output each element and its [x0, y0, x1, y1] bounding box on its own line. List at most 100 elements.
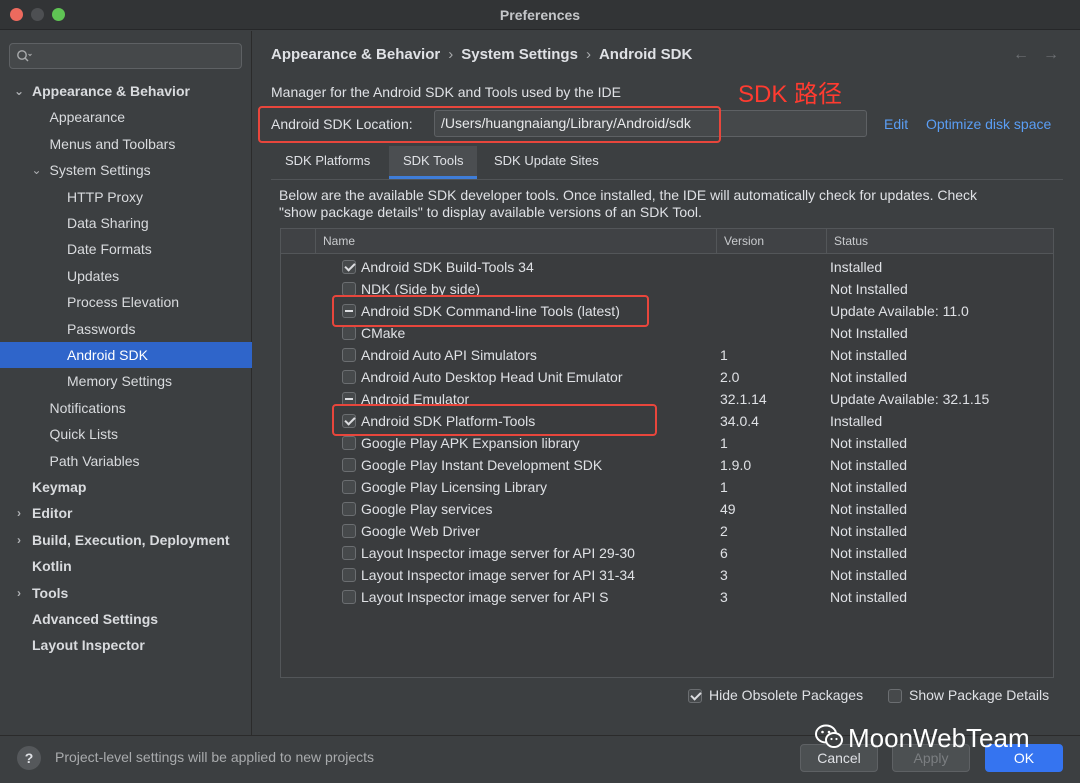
breadcrumb-item[interactable]: System Settings	[461, 46, 578, 63]
chevron-right-icon[interactable]: ›	[13, 527, 25, 553]
row-checkbox[interactable]	[342, 590, 356, 604]
row-checkbox[interactable]	[342, 458, 356, 472]
sidebar-item[interactable]: Data Sharing	[0, 210, 252, 236]
sidebar-item[interactable]: Path Variables	[0, 448, 252, 474]
sidebar-item[interactable]: Date Formats	[0, 236, 252, 262]
table-row[interactable]: Google Play Instant Development SDK 1.9.0…	[281, 454, 1053, 476]
package-version: 1	[720, 479, 728, 495]
package-status: Not installed	[830, 347, 908, 363]
tab-sdk-update-sites[interactable]: SDK Update Sites	[480, 146, 613, 179]
column-header-status[interactable]: Status	[826, 229, 1053, 253]
hide-obsolete-checkbox[interactable]	[688, 689, 702, 703]
row-checkbox[interactable]	[342, 370, 356, 384]
hide-obsolete-label[interactable]: Hide Obsolete Packages	[709, 687, 863, 703]
back-arrow-icon[interactable]: ←	[1013, 46, 1029, 64]
package-status: Not installed	[830, 457, 908, 473]
sidebar-item[interactable]: Menus and Toolbars	[0, 131, 252, 157]
sidebar-item[interactable]: ⌄ Appearance & Behavior	[0, 78, 252, 104]
row-checkbox[interactable]	[342, 524, 356, 538]
search-input[interactable]	[9, 43, 242, 69]
column-header-version[interactable]: Version	[716, 229, 826, 253]
sidebar-item[interactable]: Layout Inspector	[0, 632, 252, 658]
sidebar-item[interactable]: › Build, Execution, Deployment	[0, 527, 252, 553]
row-checkbox[interactable]	[342, 260, 356, 274]
show-package-details-label[interactable]: Show Package Details	[909, 687, 1049, 703]
table-row[interactable]: Google Web Driver 2 Not installed	[281, 520, 1053, 542]
table-row[interactable]: Layout Inspector image server for API 31…	[281, 564, 1053, 586]
sidebar-item-label: Passwords	[67, 321, 136, 337]
sidebar-item[interactable]: Passwords	[0, 316, 252, 342]
package-name: Google Play services	[361, 501, 493, 517]
column-header-name[interactable]: Name	[315, 229, 716, 253]
sidebar-item-label: Editor	[32, 505, 73, 521]
sidebar-item-label: Appearance	[49, 109, 126, 125]
table-row[interactable]: Google Play services 49 Not installed	[281, 498, 1053, 520]
forward-arrow-icon[interactable]: →	[1043, 46, 1059, 64]
row-checkbox[interactable]	[342, 282, 356, 296]
sidebar-item-label: Date Formats	[67, 241, 152, 257]
table-row[interactable]: Google Play Licensing Library 1 Not instal…	[281, 476, 1053, 498]
footer-hint: Project-level settings will be applied t…	[55, 749, 375, 765]
sidebar-item[interactable]: Memory Settings	[0, 368, 252, 394]
sidebar-item[interactable]: HTTP Proxy	[0, 184, 252, 210]
row-checkbox[interactable]	[342, 436, 356, 450]
table-row[interactable]: Layout Inspector image server for API S 3…	[281, 586, 1053, 608]
sidebar-item-label: Data Sharing	[67, 215, 149, 231]
breadcrumb: Appearance & Behavior › System Settings › An…	[271, 46, 692, 63]
row-checkbox[interactable]	[342, 326, 356, 340]
breadcrumb-separator: ›	[585, 46, 591, 63]
chevron-right-icon[interactable]: ›	[13, 500, 25, 526]
package-name: Layout Inspector image server for API 31…	[361, 567, 635, 583]
row-checkbox[interactable]	[342, 502, 356, 516]
chevron-right-icon[interactable]: ›	[13, 580, 25, 606]
sidebar-item[interactable]: Kotlin	[0, 553, 252, 579]
sidebar-item-label: Quick Lists	[49, 426, 118, 442]
table-row[interactable]: Layout Inspector image server for API 29…	[281, 542, 1053, 564]
sidebar-item[interactable]: Advanced Settings	[0, 606, 252, 632]
sidebar-item[interactable]: › Editor	[0, 500, 252, 526]
breadcrumb-separator: ›	[448, 46, 454, 63]
sidebar-item[interactable]: Quick Lists	[0, 421, 252, 447]
table-row[interactable]: Android Auto Desktop Head Unit Emulator 2…	[281, 366, 1053, 388]
sidebar-item-label: Appearance & Behavior	[32, 83, 190, 99]
help-button[interactable]: ?	[17, 746, 41, 770]
package-status: Installed	[830, 413, 883, 429]
sidebar-item[interactable]: ⌄ System Settings	[0, 157, 252, 183]
optimize-disk-space-link[interactable]: Optimize disk space	[926, 116, 1051, 132]
tab-sdk-tools[interactable]: SDK Tools	[389, 146, 478, 179]
sidebar-item-label: System Settings	[49, 162, 151, 178]
package-status: Not Installed	[830, 281, 908, 297]
chevron-down-icon[interactable]: ⌄	[13, 78, 25, 104]
sidebar-item[interactable]: Updates	[0, 263, 252, 289]
breadcrumb-item[interactable]: Appearance & Behavior	[271, 46, 440, 63]
sidebar-item[interactable]: Process Elevation	[0, 289, 252, 315]
sidebar-item[interactable]: Appearance	[0, 104, 252, 130]
package-name: Android Auto API Simulators	[361, 347, 537, 363]
platform-tools-highlight	[332, 404, 657, 436]
edit-link[interactable]: Edit	[884, 116, 908, 132]
row-checkbox[interactable]	[342, 480, 356, 494]
table-row[interactable]: Android Auto API Simulators 1 Not installe…	[281, 344, 1053, 366]
sidebar-item[interactable]: › Tools	[0, 580, 252, 606]
sidebar-item[interactable]: Notifications	[0, 395, 252, 421]
sidebar-item-label: Menus and Toolbars	[49, 136, 176, 152]
table-row[interactable]: Android SDK Build-Tools 34 Installed	[281, 256, 1053, 278]
row-checkbox[interactable]	[342, 568, 356, 582]
sidebar-item-label: Memory Settings	[67, 373, 173, 389]
row-checkbox[interactable]	[342, 348, 356, 362]
package-name: Android SDK Build-Tools 34	[361, 259, 534, 275]
tab-sdk-platforms[interactable]: SDK Platforms	[271, 146, 384, 179]
sidebar-item[interactable]: Android SDK	[0, 342, 252, 368]
sidebar-item-label: Build, Execution, Deployment	[32, 532, 230, 548]
sidebar-item[interactable]: Keymap	[0, 474, 252, 500]
package-status: Update Available: 11.0	[830, 303, 969, 319]
package-status: Not installed	[830, 545, 908, 561]
chevron-down-icon[interactable]: ⌄	[31, 157, 43, 183]
sidebar-item-label: Path Variables	[49, 453, 140, 469]
row-checkbox[interactable]	[342, 546, 356, 560]
settings-sidebar: ⌄ Appearance & Behavior Appearance Menus an…	[0, 31, 252, 735]
show-package-details-checkbox[interactable]	[888, 689, 902, 703]
sidebar-item-label: Notifications	[49, 400, 126, 416]
package-version: 34.0.4	[720, 413, 759, 429]
page-description: Manager for the Android SDK and Tools us…	[271, 84, 621, 100]
